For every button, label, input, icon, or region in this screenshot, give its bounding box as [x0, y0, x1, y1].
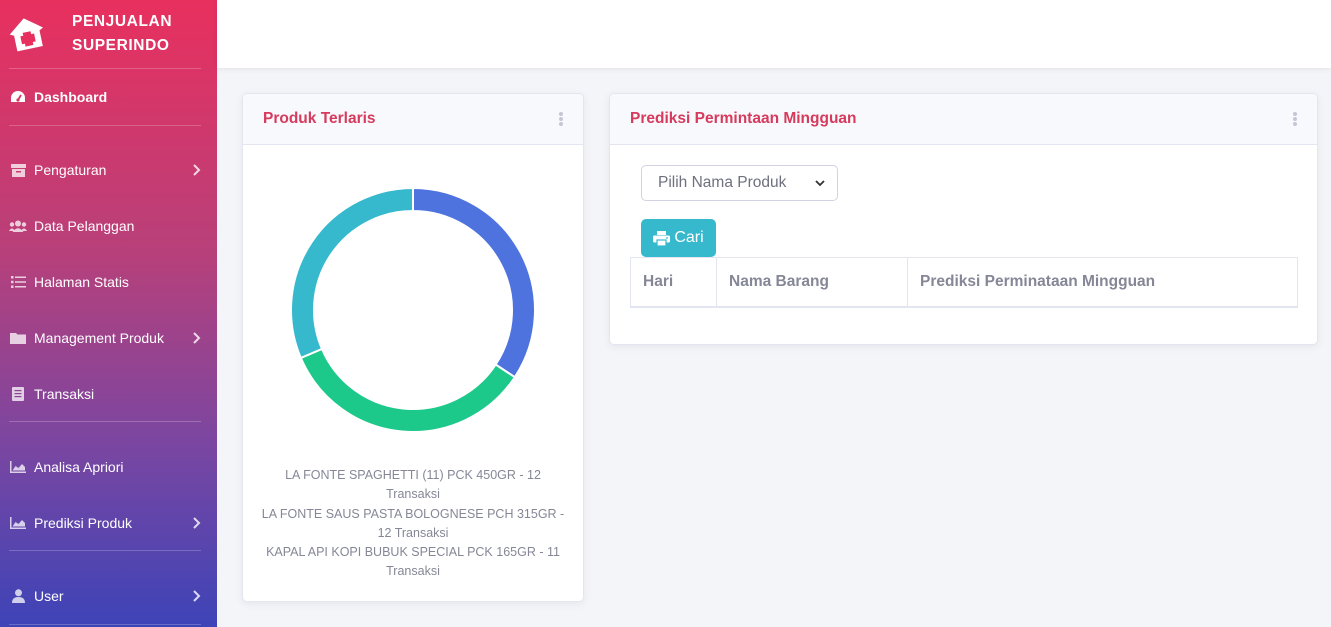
chevron-right-icon — [193, 332, 201, 344]
area-chart-icon — [9, 460, 27, 474]
chart-legend: LA FONTE SPAGHETTI (11) PCK 450GR - 12 T… — [261, 466, 565, 582]
card-title: Produk Terlaris — [263, 110, 376, 127]
sidebar-item-label: Management Produk — [34, 330, 164, 346]
folder-icon — [9, 331, 27, 345]
sidebar-item-label: Data Pelanggan — [34, 218, 135, 234]
legend-item: LA FONTE SAUS PASTA BOLOGNESE PCH 315GR … — [261, 506, 565, 540]
sidebar-item-label: Pengaturan — [34, 162, 107, 178]
archive-box-icon — [9, 163, 27, 177]
card-title: Prediksi Permintaan Mingguan — [630, 110, 857, 127]
users-icon — [9, 219, 27, 233]
cari-button[interactable]: Cari — [641, 219, 716, 257]
list-icon — [9, 275, 27, 289]
sidebar-divider — [9, 550, 201, 551]
brand-title-line1: PENJUALAN — [72, 13, 173, 30]
topbar — [217, 0, 1331, 68]
table-header-row: Hari Nama Barang Prediksi Perminataan Mi… — [630, 257, 1298, 308]
column-header-hari: Hari — [630, 257, 717, 308]
dashboard-gauge-icon — [9, 90, 27, 104]
legend-item: KAPAL API KOPI BUBUK SPECIAL PCK 165GR -… — [266, 545, 560, 579]
sidebar-item-halaman-statis[interactable]: Halaman Statis — [9, 267, 201, 297]
brand[interactable]: PENJUALAN SUPERINDO — [0, 0, 217, 68]
more-options-icon[interactable] — [1293, 112, 1297, 126]
user-icon — [9, 589, 27, 603]
receipt-icon — [9, 387, 27, 401]
sidebar-item-label: Halaman Statis — [34, 274, 129, 290]
sidebar-item-label: Analisa Apriori — [34, 459, 124, 475]
brand-title-line2: SUPERINDO — [72, 37, 170, 54]
column-header-nama-barang: Nama Barang — [716, 257, 908, 308]
produk-select-value: Pilih Nama Produk — [658, 174, 787, 191]
sidebar-item-prediksi-produk[interactable]: Prediksi Produk — [9, 508, 201, 538]
produk-select[interactable]: Pilih Nama Produk — [641, 165, 838, 201]
sidebar-divider — [9, 125, 201, 126]
more-options-icon[interactable] — [559, 112, 563, 126]
donut-slice[interactable] — [412, 188, 535, 379]
donut-chart — [291, 188, 535, 432]
sidebar-item-data-pelanggan[interactable]: Data Pelanggan — [9, 211, 201, 241]
sidebar-divider — [9, 624, 201, 625]
sidebar-item-user[interactable]: User — [9, 581, 201, 611]
sidebar-item-label: Dashboard — [34, 89, 108, 105]
sidebar-item-transaksi[interactable]: Transaksi — [9, 379, 201, 409]
sidebar-item-analisa-apriori[interactable]: Analisa Apriori — [9, 452, 201, 482]
sidebar-divider — [9, 68, 201, 69]
sidebar: PENJUALAN SUPERINDO Dashboard Pengaturan… — [0, 0, 217, 627]
produk-terlaris-card: Produk Terlaris LA FONTE SPAGHETTI (11) … — [242, 93, 584, 602]
chevron-right-icon — [193, 590, 201, 602]
sidebar-item-management-produk[interactable]: Management Produk — [9, 323, 201, 353]
prediksi-table: Hari Nama Barang Prediksi Perminataan Mi… — [630, 257, 1298, 308]
card-header: Prediksi Permintaan Mingguan — [610, 94, 1317, 145]
chevron-down-icon — [815, 180, 825, 187]
chevron-right-icon — [193, 517, 201, 529]
legend-item: LA FONTE SPAGHETTI (11) PCK 450GR - 12 T… — [285, 468, 541, 502]
cari-button-label: Cari — [674, 229, 704, 246]
chevron-right-icon — [193, 164, 201, 176]
sidebar-item-label: Transaksi — [34, 386, 95, 402]
sidebar-item-pengaturan[interactable]: Pengaturan — [9, 155, 201, 185]
sidebar-item-label: Prediksi Produk — [34, 515, 133, 531]
sidebar-item-dashboard[interactable]: Dashboard — [9, 82, 201, 112]
donut-slice[interactable] — [291, 188, 414, 360]
house-medical-icon — [9, 18, 44, 52]
prediksi-card: Prediksi Permintaan Mingguan Pilih Nama … — [609, 93, 1318, 345]
column-header-prediksi: Prediksi Perminataan Mingguan — [907, 257, 1298, 308]
card-header: Produk Terlaris — [243, 94, 583, 145]
area-chart-icon — [9, 516, 27, 530]
printer-icon — [653, 230, 671, 246]
sidebar-item-label: User — [34, 588, 64, 604]
donut-slice[interactable] — [299, 347, 517, 432]
sidebar-divider — [9, 421, 201, 422]
